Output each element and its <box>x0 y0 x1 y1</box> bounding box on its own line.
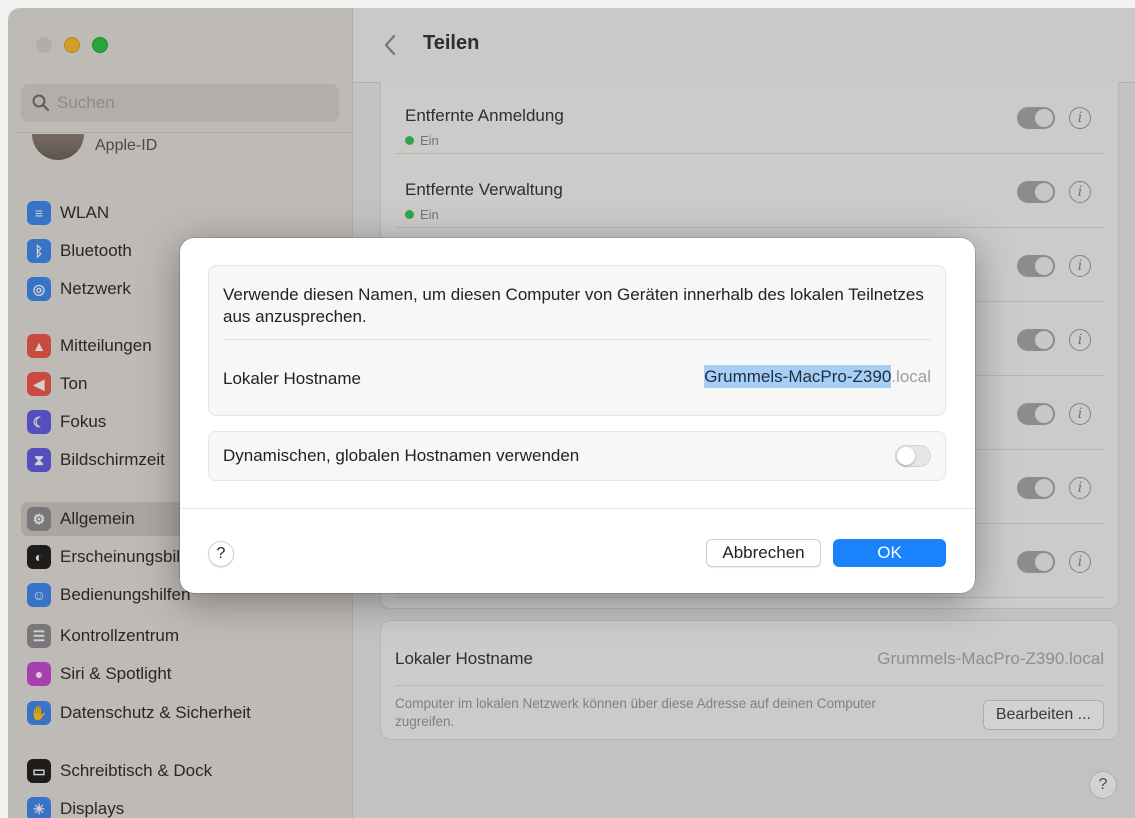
dynamic-hostname-toggle[interactable] <box>895 445 931 467</box>
local-hostname-field[interactable]: Grummels-MacPro-Z390.local <box>704 365 931 388</box>
divider <box>223 339 931 340</box>
divider <box>180 508 975 509</box>
hostname-dialog: Verwende diesen Namen, um diesen Compute… <box>180 238 975 593</box>
hostname-settings-card: Verwende diesen Namen, um diesen Compute… <box>208 265 946 416</box>
hostname-suffix: .local <box>891 367 931 386</box>
dynamic-hostname-card: Dynamischen, globalen Hostnamen verwende… <box>208 431 946 481</box>
ok-button[interactable]: OK <box>833 539 946 567</box>
cancel-button[interactable]: Abbrechen <box>706 539 821 567</box>
hostname-text-selected[interactable]: Grummels-MacPro-Z390 <box>704 365 892 388</box>
dialog-help-button[interactable]: ? <box>208 541 234 567</box>
dynamic-hostname-label: Dynamischen, globalen Hostnamen verwende… <box>223 446 580 465</box>
dialog-description: Verwende diesen Namen, um diesen Compute… <box>223 285 924 326</box>
local-hostname-label: Lokaler Hostname <box>223 369 361 388</box>
